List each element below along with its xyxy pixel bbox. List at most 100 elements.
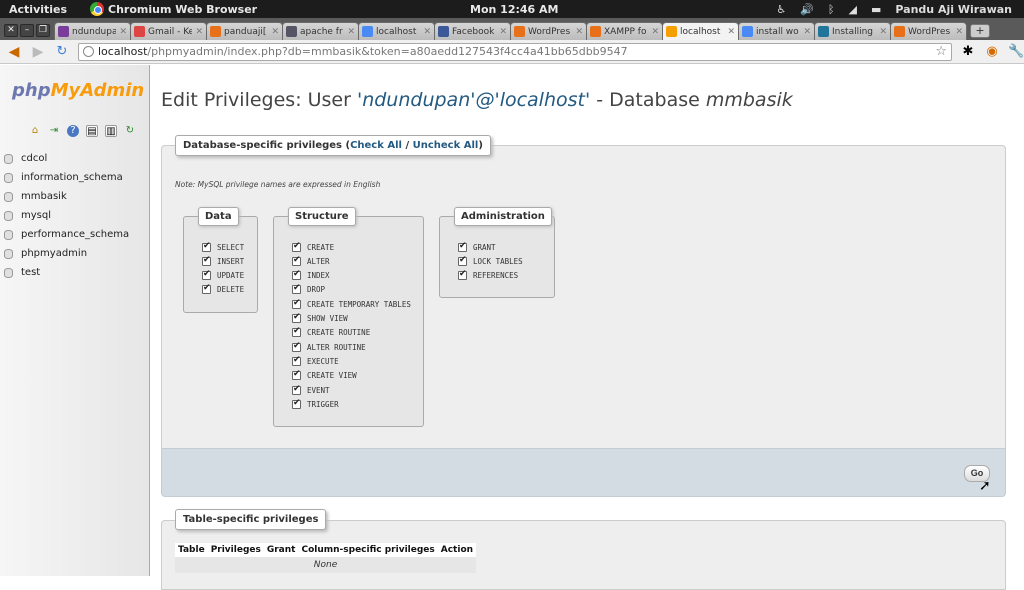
privilege-checkbox-row[interactable]: INDEX <box>292 269 330 282</box>
home-icon[interactable]: ⌂ <box>29 125 41 137</box>
sidebar-item-database[interactable]: phpmyadmin <box>4 244 129 263</box>
checked-checkbox[interactable] <box>202 283 211 295</box>
tab-close-icon[interactable]: ✕ <box>119 27 127 37</box>
browser-tab[interactable]: localhost ✕ <box>662 22 739 40</box>
privilege-checkbox-row[interactable]: UPDATE <box>202 269 244 282</box>
maximize-window-icon[interactable]: ❐ <box>36 24 50 37</box>
privilege-checkbox-row[interactable]: CREATE ROUTINE <box>292 326 370 339</box>
accessibility-icon[interactable]: ♿ <box>776 3 786 16</box>
wrench-menu-icon[interactable]: 🔧 <box>1008 44 1024 59</box>
extension-firebug-icon[interactable]: ◉ <box>984 44 1000 59</box>
browser-tab[interactable]: Installing ✕ <box>814 22 891 40</box>
new-tab-button[interactable]: + <box>970 24 990 38</box>
checked-checkbox[interactable] <box>202 241 211 252</box>
privilege-checkbox-row[interactable]: EVENT <box>292 384 330 396</box>
close-window-icon[interactable]: ✕ <box>4 24 18 37</box>
help-icon[interactable]: ? <box>67 125 79 137</box>
tab-close-icon[interactable]: ✕ <box>651 27 659 37</box>
clock[interactable]: Mon 12:46 AM <box>470 3 558 16</box>
sidebar-item-database[interactable]: information_schema <box>4 168 129 187</box>
phpmyadmin-logo[interactable]: phpMyAdmin <box>12 80 144 101</box>
tab-close-icon[interactable]: ✕ <box>195 27 203 37</box>
sql-docs-icon[interactable]: ▥ <box>105 125 117 137</box>
sidebar-item-database[interactable]: cdcol <box>4 149 129 168</box>
app-menu[interactable]: Chromium Web Browser <box>90 2 257 16</box>
checked-checkbox[interactable] <box>292 298 301 309</box>
tab-close-icon[interactable]: ✕ <box>803 27 811 37</box>
checked-checkbox[interactable] <box>292 283 301 295</box>
tab-close-icon[interactable]: ✕ <box>727 27 735 37</box>
privilege-checkbox-row[interactable]: ALTER ROUTINE <box>292 341 366 353</box>
tab-close-icon[interactable]: ✕ <box>423 27 431 37</box>
tab-close-icon[interactable]: ✕ <box>955 27 963 37</box>
back-arrow-icon[interactable]: ◀ <box>6 44 22 60</box>
checked-checkbox[interactable] <box>292 341 301 352</box>
browser-tab[interactable]: Facebook ✕ <box>434 22 511 40</box>
sidebar-item-database[interactable]: test <box>4 263 129 282</box>
privilege-checkbox-row[interactable]: DROP <box>292 283 325 296</box>
browser-tab[interactable]: WordPres ✕ <box>890 22 967 40</box>
tab-close-icon[interactable]: ✕ <box>271 27 279 37</box>
reload-nav-icon[interactable]: ↻ <box>124 125 136 137</box>
checked-checkbox[interactable] <box>458 269 467 281</box>
privilege-checkbox-row[interactable]: LOCK TABLES <box>458 255 523 267</box>
checked-checkbox[interactable] <box>292 241 301 252</box>
database-name: phpmyadmin <box>21 248 88 259</box>
browser-tab[interactable]: apache fr ✕ <box>282 22 359 40</box>
tab-close-icon[interactable]: ✕ <box>575 27 583 37</box>
sidebar-item-database[interactable]: performance_schema <box>4 225 129 244</box>
privilege-checkbox-row[interactable]: ALTER <box>292 255 330 267</box>
privilege-checkbox-row[interactable]: DELETE <box>202 283 244 296</box>
checked-checkbox[interactable] <box>202 255 211 266</box>
browser-tab[interactable]: panduaji[✕ <box>206 22 283 40</box>
tab-close-icon[interactable]: ✕ <box>499 27 507 37</box>
browser-tab[interactable]: Gmail - Ke ✕ <box>130 22 207 40</box>
privilege-checkbox-row[interactable]: INSERT <box>202 255 244 267</box>
checked-checkbox[interactable] <box>292 312 301 323</box>
privilege-checkbox-row[interactable]: EXECUTE <box>292 355 339 367</box>
privilege-checkbox-row[interactable]: CREATE TEMPORARY TABLES <box>292 298 411 310</box>
privilege-checkbox-row[interactable]: TRIGGER <box>292 398 339 410</box>
tab-close-icon[interactable]: ✕ <box>347 27 355 37</box>
checked-checkbox[interactable] <box>458 241 467 252</box>
forward-arrow-icon[interactable]: ▶ <box>30 44 46 60</box>
volume-icon[interactable]: 🔊 <box>800 3 814 16</box>
browser-tab[interactable]: ndundupan✕ <box>54 22 131 40</box>
extension-bug-icon[interactable]: ✱ <box>960 44 976 59</box>
bluetooth-icon[interactable]: ᛒ <box>828 3 835 16</box>
checked-checkbox[interactable] <box>292 269 301 281</box>
browser-tab[interactable]: localhost ✕ <box>358 22 435 40</box>
address-bar[interactable]: localhost/phpmyadmin/index.php?db=mmbasi… <box>78 42 952 61</box>
reload-icon[interactable]: ↻ <box>54 44 70 60</box>
bookmark-star-icon[interactable]: ☆ <box>935 44 947 59</box>
network-icon[interactable]: ◢ <box>849 3 857 16</box>
privilege-checkbox-row[interactable]: REFERENCES <box>458 269 518 282</box>
checked-checkbox[interactable] <box>292 326 301 338</box>
battery-icon[interactable]: ▬ <box>871 3 881 16</box>
checked-checkbox[interactable] <box>292 398 301 409</box>
checked-checkbox[interactable] <box>292 355 301 366</box>
check-all-link[interactable]: Check All <box>350 140 402 151</box>
browser-tab[interactable]: XAMPP fo ✕ <box>586 22 663 40</box>
browser-tab[interactable]: install wo ✕ <box>738 22 815 40</box>
privilege-checkbox-row[interactable]: CREATE <box>292 241 334 253</box>
logout-icon[interactable]: ⇥ <box>48 125 60 137</box>
checked-checkbox[interactable] <box>292 369 301 381</box>
browser-tab[interactable]: WordPres ✕ <box>510 22 587 40</box>
privilege-checkbox-row[interactable]: SHOW VIEW <box>292 312 348 325</box>
privilege-checkbox-row[interactable]: CREATE VIEW <box>292 369 357 382</box>
checked-checkbox[interactable] <box>292 384 301 395</box>
uncheck-all-link[interactable]: Uncheck All <box>413 140 479 151</box>
activities-button[interactable]: Activities <box>0 3 90 16</box>
documentation-icon[interactable]: ▤ <box>86 125 98 137</box>
privilege-checkbox-row[interactable]: SELECT <box>202 241 244 253</box>
minimize-window-icon[interactable]: – <box>20 24 34 37</box>
user-menu[interactable]: Pandu Aji Wirawan <box>895 3 1012 16</box>
checked-checkbox[interactable] <box>292 255 301 266</box>
checked-checkbox[interactable] <box>458 255 467 266</box>
privilege-checkbox-row[interactable]: GRANT <box>458 241 496 253</box>
tab-close-icon[interactable]: ✕ <box>879 27 887 37</box>
checked-checkbox[interactable] <box>202 269 211 281</box>
sidebar-item-database[interactable]: mmbasik <box>4 187 129 206</box>
sidebar-item-database[interactable]: mysql <box>4 206 129 225</box>
